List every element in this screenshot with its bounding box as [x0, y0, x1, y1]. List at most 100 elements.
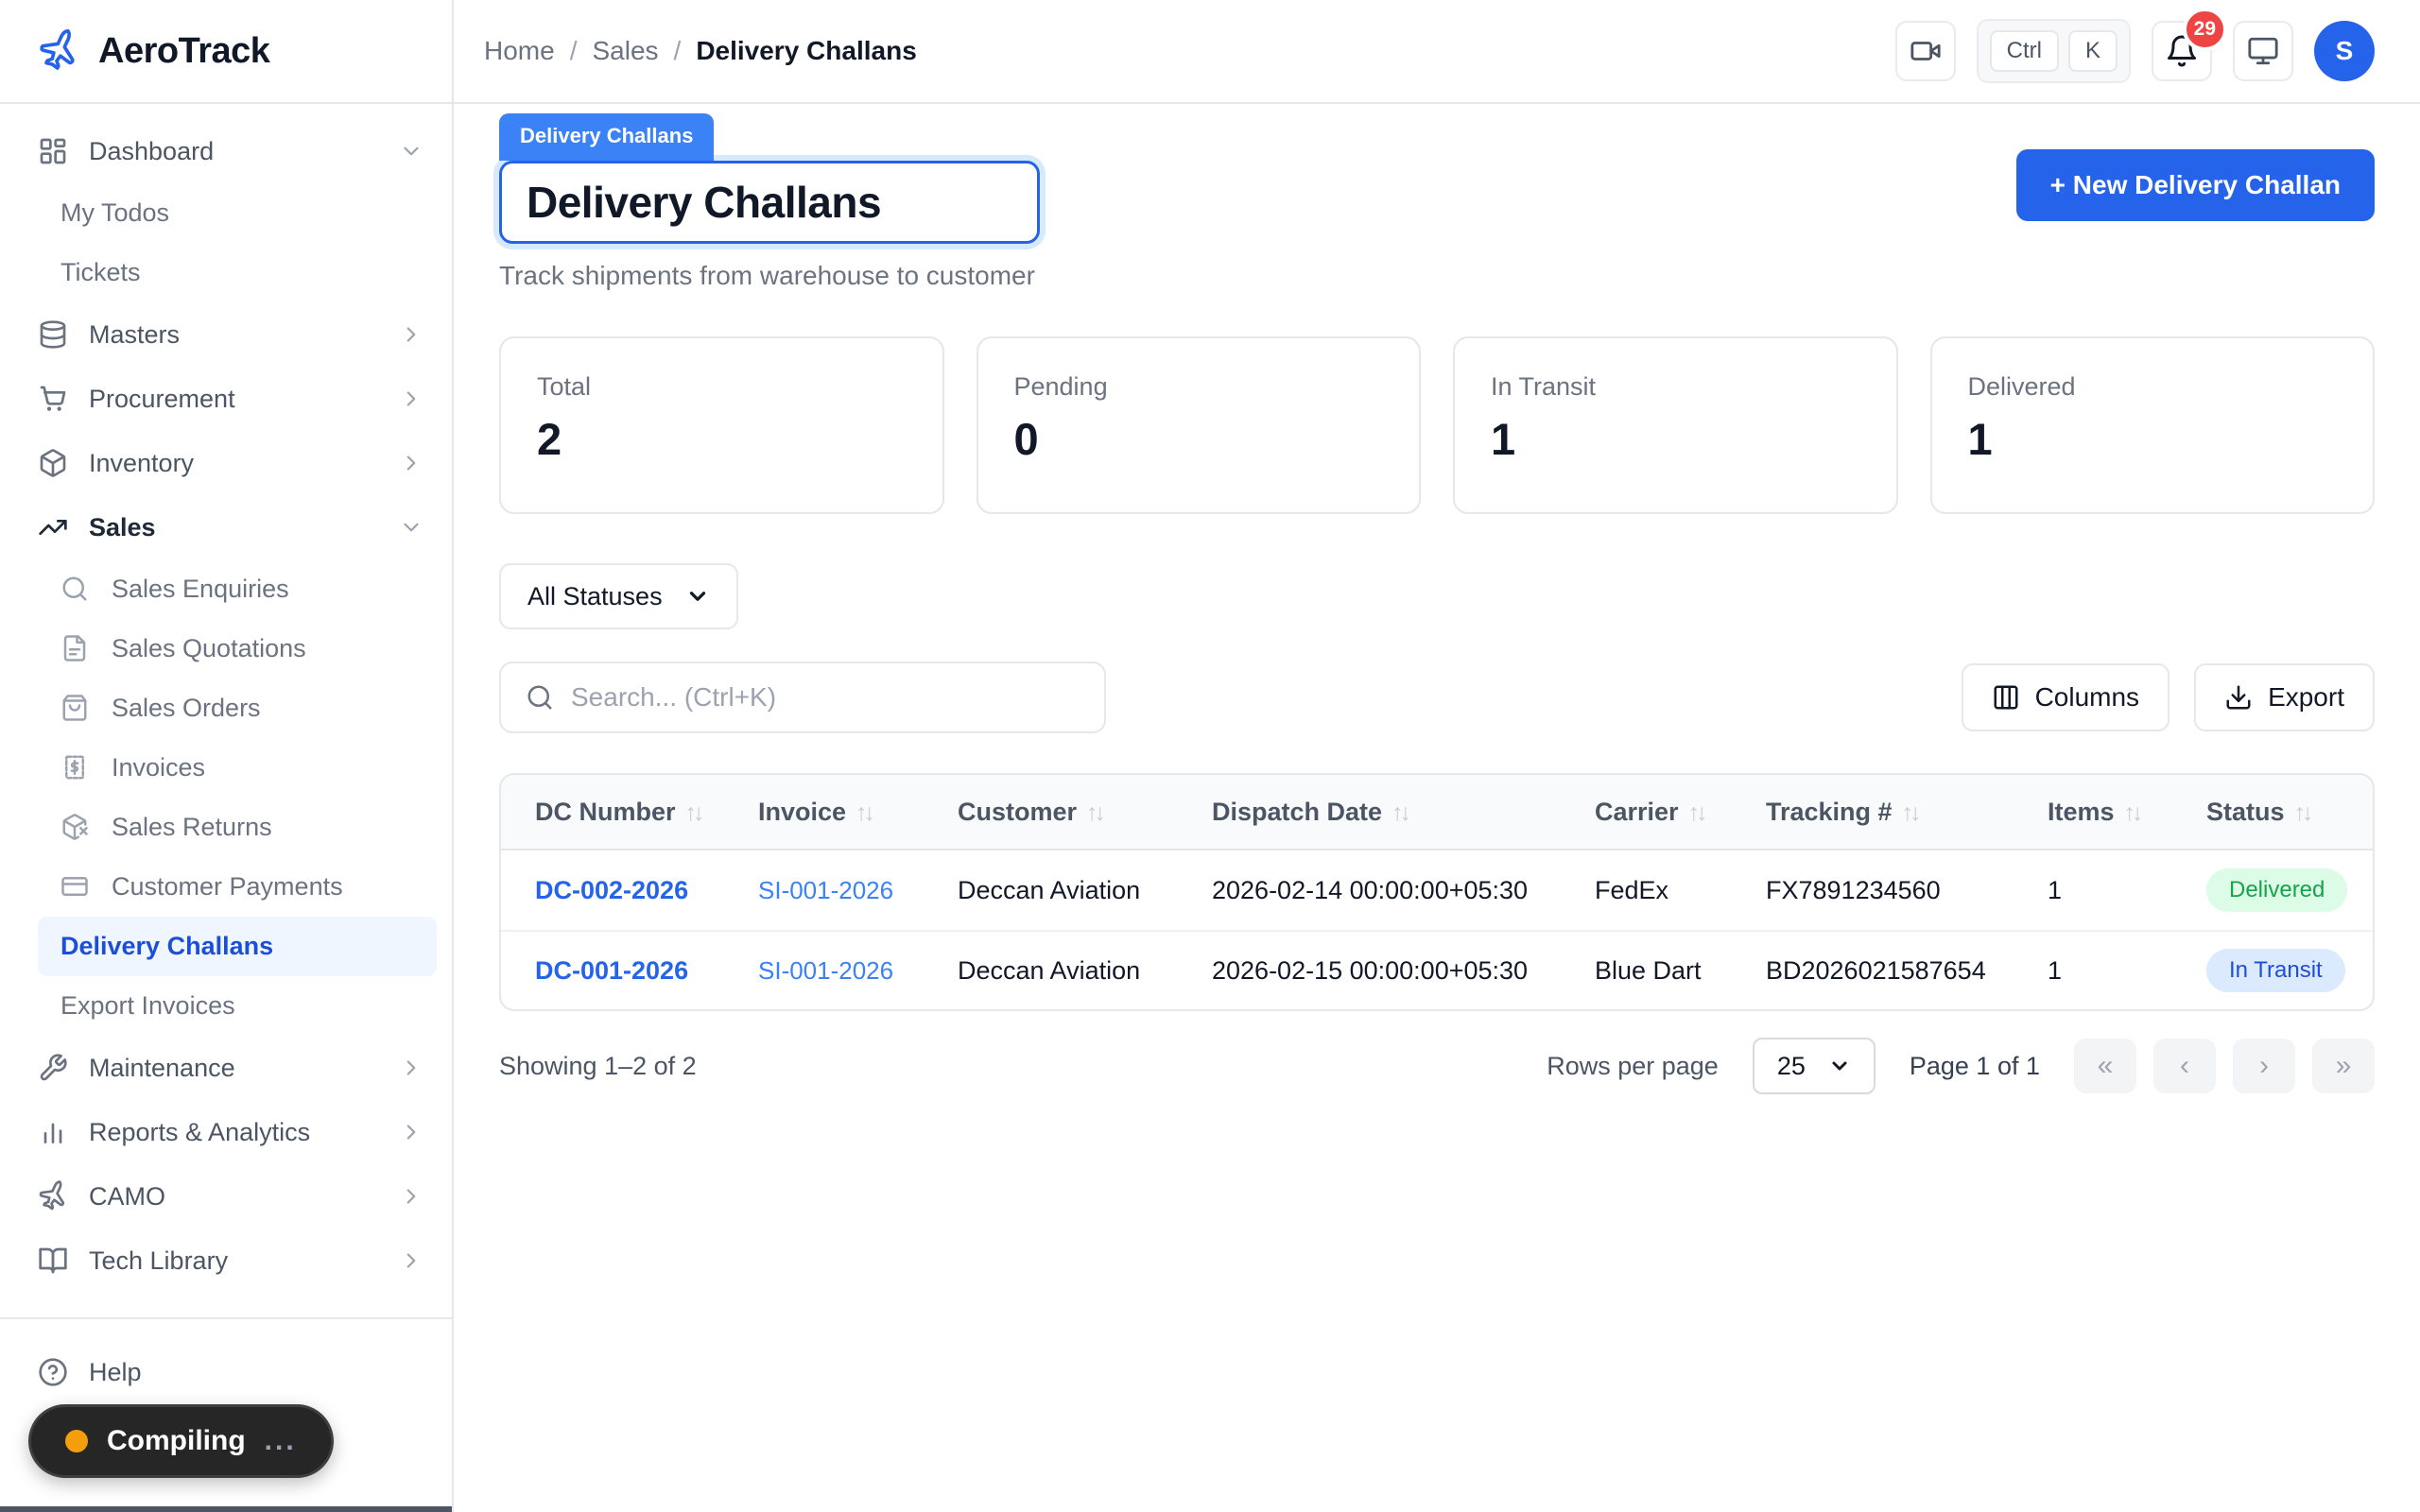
sidebar-item-label: CAMO	[89, 1181, 165, 1211]
receipt-icon	[60, 753, 91, 783]
sidebar-item-label: Masters	[89, 319, 181, 349]
table-row[interactable]: DC-002-2026 SI-001-2026 Deccan Aviation …	[501, 850, 2373, 930]
dc-number-link[interactable]: DC-001-2026	[535, 956, 688, 985]
sidebar-item-procurement[interactable]: Procurement	[0, 367, 452, 431]
sidebar-item-label: Export Invoices	[60, 991, 235, 1020]
export-button[interactable]: Export	[2194, 663, 2375, 731]
column-header-dc-number[interactable]: DC Number ↑↓	[501, 798, 758, 827]
search-box	[499, 662, 1106, 733]
first-page-button[interactable]: «	[2074, 1039, 2136, 1093]
bar-chart-icon	[38, 1117, 68, 1147]
table-toolbar: Columns Export	[499, 662, 2375, 733]
sidebar-item-sales-orders[interactable]: Sales Orders	[0, 679, 452, 738]
sidebar-item-camo[interactable]: CAMO	[0, 1164, 452, 1228]
sidebar-item-sales-enquiries[interactable]: Sales Enquiries	[0, 559, 452, 619]
sidebar-item-export-invoices[interactable]: Export Invoices	[0, 976, 452, 1036]
sidebar-item-invoices[interactable]: Invoices	[0, 738, 452, 798]
pagination-controls: Rows per page 25 Page 1 of 1 « ‹ › »	[1547, 1038, 2375, 1094]
toast-ellipsis: ...	[264, 1425, 297, 1456]
cart-icon	[38, 384, 68, 414]
chevron-right-icon	[399, 322, 424, 347]
rows-per-page-label: Rows per page	[1547, 1051, 1719, 1080]
book-open-icon	[38, 1246, 68, 1276]
help-button[interactable]: Help	[0, 1340, 452, 1404]
new-delivery-challan-button[interactable]: + New Delivery Challan	[2015, 149, 2375, 221]
display-button[interactable]	[2233, 21, 2293, 81]
table-row[interactable]: DC-001-2026 SI-001-2026 Deccan Aviation …	[501, 930, 2373, 1009]
rows-per-page-select[interactable]: 25	[1752, 1038, 1876, 1094]
topbar: Home / Sales / Delivery Challans Ctrl K	[454, 0, 2420, 104]
stat-card-delivered: Delivered 1	[1929, 336, 2375, 514]
sidebar-item-sales-quotations[interactable]: Sales Quotations	[0, 619, 452, 679]
trending-up-icon	[38, 512, 68, 542]
status-filter-select[interactable]: All Statuses	[499, 563, 738, 629]
sidebar-item-tickets[interactable]: Tickets	[0, 243, 452, 302]
column-header-carrier[interactable]: Carrier ↑↓	[1595, 798, 1766, 827]
columns-label: Columns	[2034, 682, 2140, 712]
video-call-button[interactable]	[1894, 21, 1956, 81]
dispatch-date-cell: 2026-02-15 00:00:00+05:30	[1212, 955, 1529, 985]
delivery-challans-table: DC Number ↑↓ Invoice ↑↓ Customer ↑↓ Dispatc…	[499, 773, 2375, 1011]
dispatch-date-cell: 2026-02-14 00:00:00+05:30	[1212, 875, 1529, 904]
download-icon	[2224, 683, 2253, 712]
sidebar: AeroTrack Dashboard My Todos Tickets Mas…	[0, 0, 454, 1512]
sidebar-item-dashboard[interactable]: Dashboard	[0, 119, 452, 183]
column-header-dispatch-date[interactable]: Dispatch Date ↑↓	[1212, 798, 1595, 827]
main-area: Home / Sales / Delivery Challans Ctrl K	[454, 0, 2420, 1512]
breadcrumb-current: Delivery Challans	[696, 36, 917, 65]
column-header-items[interactable]: Items ↑↓	[2048, 798, 2206, 827]
page-title-input[interactable]: Delivery Challans	[499, 161, 1040, 244]
search-input[interactable]	[571, 682, 1080, 713]
columns-button[interactable]: Columns	[1961, 663, 2170, 731]
sidebar-item-maintenance[interactable]: Maintenance	[0, 1036, 452, 1100]
column-header-tracking[interactable]: Tracking # ↑↓	[1766, 798, 2048, 827]
sidebar-item-masters[interactable]: Masters	[0, 302, 452, 367]
export-label: Export	[2268, 682, 2344, 712]
sort-icon: ↑↓	[684, 799, 705, 826]
toolbar-buttons: Columns Export	[1961, 663, 2375, 731]
column-header-customer[interactable]: Customer ↑↓	[958, 798, 1212, 827]
avatar[interactable]: S	[2314, 21, 2375, 81]
page-header: Delivery Challans Delivery Challans Trac…	[499, 113, 2375, 291]
table-footer: Showing 1–2 of 2 Rows per page 25 Page 1…	[499, 1038, 2375, 1094]
sidebar-item-reports-analytics[interactable]: Reports & Analytics	[0, 1100, 452, 1164]
sidebar-item-customer-payments[interactable]: Customer Payments	[0, 857, 452, 917]
sort-icon: ↑↓	[1392, 799, 1411, 826]
chevron-right-icon	[399, 1248, 424, 1273]
page-subtitle: Track shipments from warehouse to custom…	[499, 261, 1035, 290]
invoice-link[interactable]: SI-001-2026	[758, 876, 893, 904]
sidebar-item-my-todos[interactable]: My Todos	[0, 183, 452, 243]
app-name: AeroTrack	[98, 30, 270, 71]
sidebar-item-sales[interactable]: Sales	[0, 495, 452, 559]
credit-card-icon	[60, 872, 91, 902]
plane-icon	[38, 1180, 68, 1211]
horizontal-scrollbar[interactable]	[0, 1506, 452, 1512]
sort-icon: ↑↓	[2123, 799, 2144, 826]
dc-number-link[interactable]: DC-002-2026	[535, 876, 688, 904]
breadcrumb-sales[interactable]: Sales	[592, 36, 658, 66]
page-title: Delivery Challans	[527, 178, 882, 227]
column-header-invoice[interactable]: Invoice ↑↓	[758, 798, 958, 827]
page-content: Delivery Challans Delivery Challans Trac…	[454, 104, 2420, 1512]
last-page-button[interactable]: »	[2312, 1039, 2375, 1093]
next-page-button[interactable]: ›	[2233, 1039, 2295, 1093]
breadcrumb-home[interactable]: Home	[484, 36, 555, 66]
previous-page-button[interactable]: ‹	[2153, 1039, 2216, 1093]
items-cell: 1	[2048, 875, 2063, 904]
command-palette-shortcut[interactable]: Ctrl K	[1976, 19, 2131, 83]
stat-label: In Transit	[1491, 372, 1597, 401]
stat-label: Total	[537, 372, 592, 401]
sidebar-item-tech-library[interactable]: Tech Library	[0, 1228, 452, 1293]
chevron-right-icon	[399, 1120, 424, 1144]
sort-icon: ↑↓	[1901, 799, 1922, 826]
chevron-down-icon	[1828, 1055, 1851, 1077]
sidebar-item-inventory[interactable]: Inventory	[0, 431, 452, 495]
sidebar-item-label: Sales Returns	[112, 813, 272, 841]
app-logo[interactable]: AeroTrack	[0, 0, 452, 104]
sidebar-item-delivery-challans[interactable]: Delivery Challans	[38, 917, 437, 976]
topbar-actions: Ctrl K 29 S	[1894, 8, 2375, 83]
table-header-row: DC Number ↑↓ Invoice ↑↓ Customer ↑↓ Dispatc…	[501, 775, 2373, 850]
invoice-link[interactable]: SI-001-2026	[758, 956, 893, 985]
column-header-status[interactable]: Status ↑↓	[2206, 798, 2373, 827]
sidebar-item-sales-returns[interactable]: Sales Returns	[0, 798, 452, 857]
